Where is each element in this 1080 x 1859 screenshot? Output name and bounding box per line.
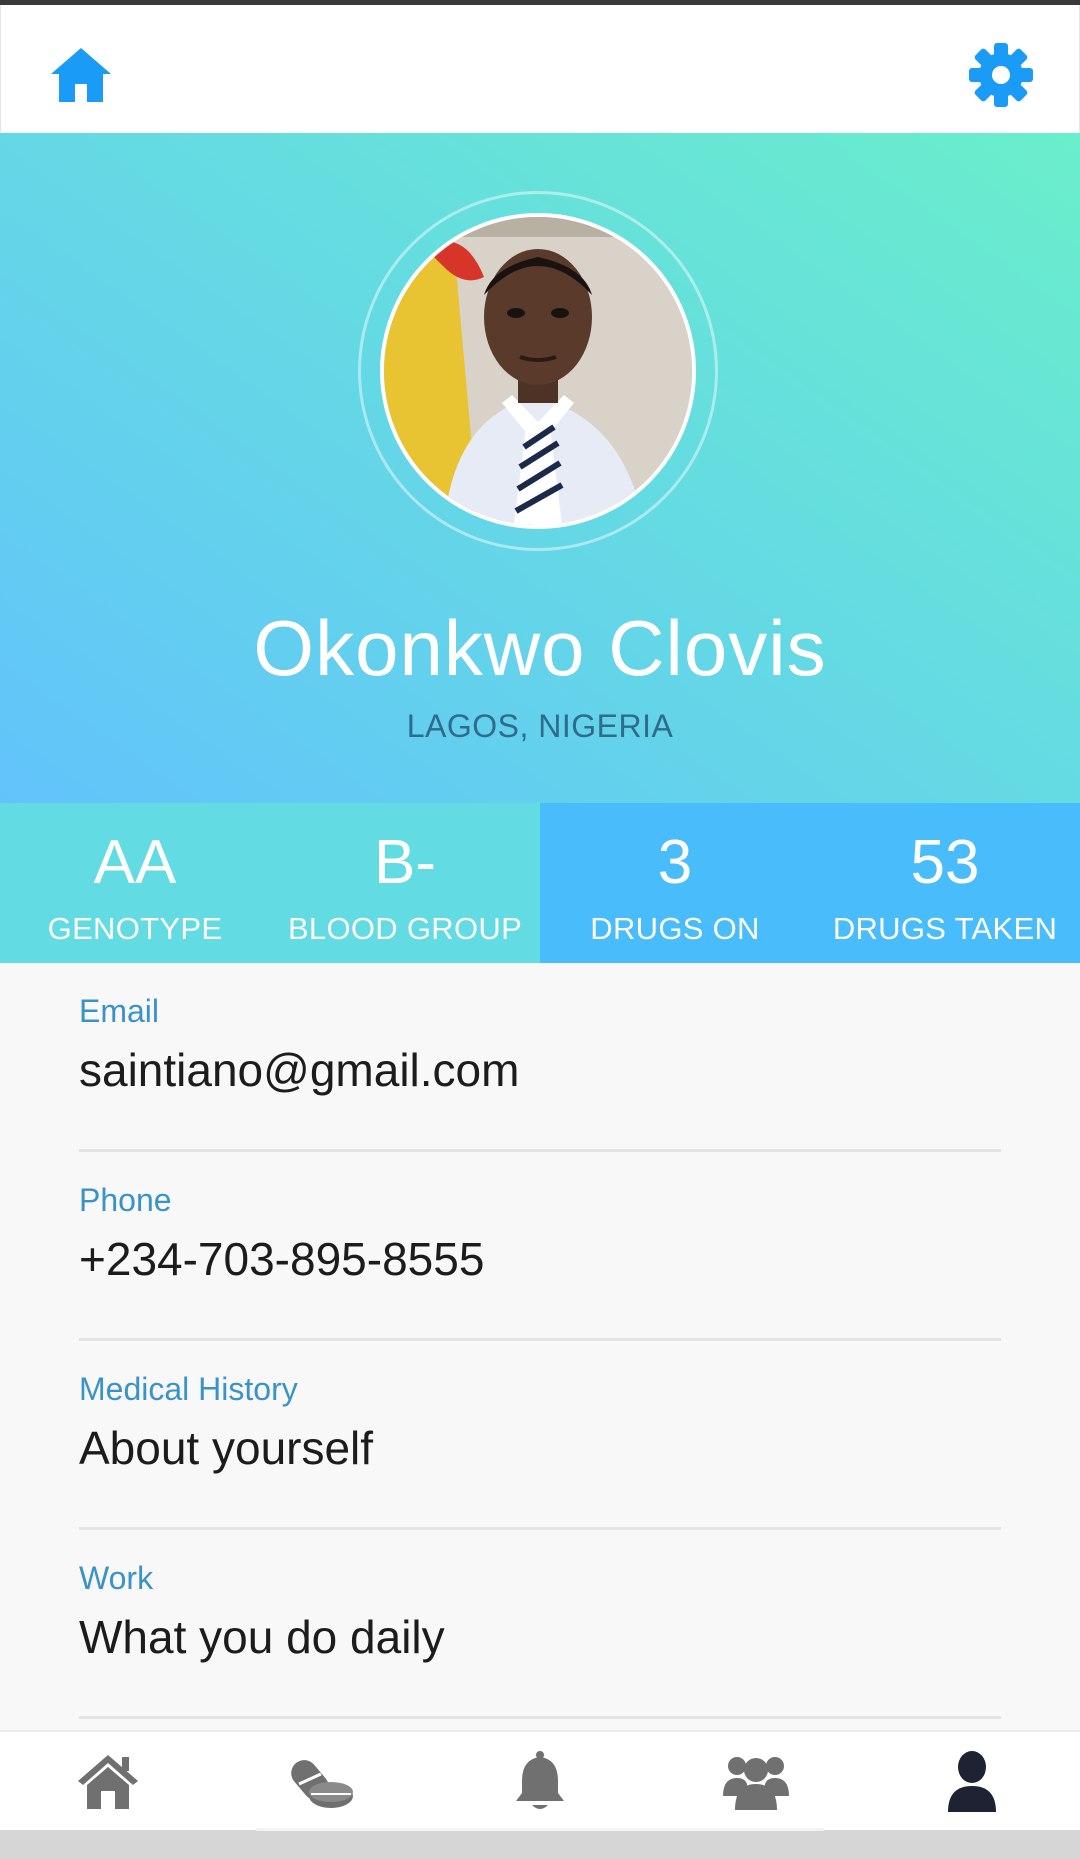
profile-details: Email saintiano@gmail.com Phone +234-703… (0, 963, 1080, 1719)
user-icon (948, 1751, 996, 1812)
field-label: Phone (79, 1182, 172, 1218)
stat-label: GENOTYPE (47, 911, 223, 946)
stat-value: AA (93, 828, 177, 897)
settings-button[interactable] (965, 39, 1037, 111)
stats-bar: AA GENOTYPE B- BLOOD GROUP 3 DRUGS ON 53… (0, 803, 1080, 963)
stat-value: B- (374, 828, 436, 897)
pills-icon (291, 1760, 353, 1808)
field-label: Medical History (79, 1371, 298, 1407)
home-icon (51, 48, 111, 102)
nav-home[interactable] (0, 1732, 216, 1830)
email-field[interactable]: Email saintiano@gmail.com (79, 963, 1001, 1152)
stat-label: DRUGS TAKEN (832, 911, 1058, 946)
stat-label: BLOOD GROUP (287, 911, 523, 946)
home-icon (78, 1755, 138, 1809)
gear-icon (969, 43, 1033, 107)
field-value: About yourself (79, 1422, 374, 1474)
stat-value: 3 (657, 828, 693, 897)
field-value: What you do daily (79, 1611, 445, 1663)
avatar[interactable] (380, 213, 696, 529)
stat-label: DRUGS ON (590, 911, 760, 946)
bottom-nav (0, 1730, 1080, 1830)
stat-value: 53 (910, 828, 980, 897)
stat-drugs-on[interactable]: 3 DRUGS ON (540, 803, 810, 963)
users-icon (723, 1757, 789, 1810)
profile-photo (384, 217, 692, 525)
nav-community[interactable] (648, 1732, 864, 1830)
nav-medications[interactable] (216, 1732, 432, 1830)
nav-notifications[interactable] (432, 1732, 648, 1830)
medical-history-field[interactable]: Medical History About yourself (79, 1341, 1001, 1530)
drug-stats: 3 DRUGS ON 53 DRUGS TAKEN (540, 803, 1080, 963)
home-indicator (256, 1828, 824, 1831)
bell-icon (516, 1751, 564, 1809)
field-label: Work (79, 1560, 154, 1596)
home-button[interactable] (45, 39, 117, 111)
profile-hero: Okonkwo Clovis LAGOS, NIGERIA (0, 133, 1080, 803)
top-header (0, 5, 1080, 133)
phone-field[interactable]: Phone +234-703-895-8555 (79, 1152, 1001, 1341)
work-field[interactable]: Work What you do daily (79, 1530, 1001, 1719)
field-label: Email (79, 993, 160, 1029)
nav-profile[interactable] (864, 1732, 1080, 1830)
field-value: +234-703-895-8555 (79, 1233, 485, 1285)
profile-location: LAGOS, NIGERIA (406, 708, 674, 744)
stat-genotype: AA GENOTYPE (0, 803, 270, 963)
health-stats: AA GENOTYPE B- BLOOD GROUP (0, 803, 540, 963)
stat-blood-group: B- BLOOD GROUP (270, 803, 540, 963)
profile-screen: Okonkwo Clovis LAGOS, NIGERIA AA GENOTYP… (0, 5, 1080, 1830)
field-value: saintiano@gmail.com (79, 1044, 520, 1096)
profile-name: Okonkwo Clovis (253, 604, 827, 692)
stat-drugs-taken[interactable]: 53 DRUGS TAKEN (810, 803, 1080, 963)
